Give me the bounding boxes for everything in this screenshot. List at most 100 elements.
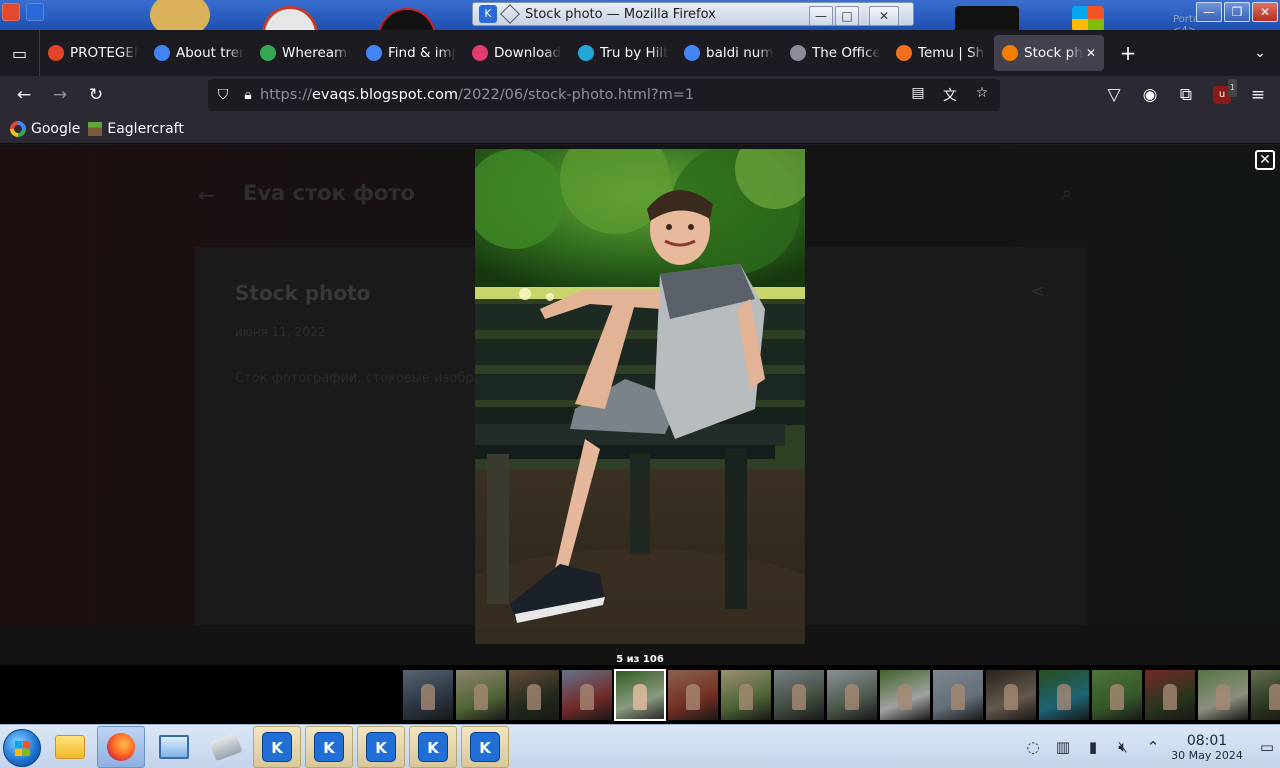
photo-thumbnail[interactable] xyxy=(1198,670,1248,720)
photo-thumbnail[interactable] xyxy=(1145,670,1195,720)
forward-arrow-icon[interactable]: → xyxy=(42,79,78,111)
bookmark-star-icon[interactable]: ☆ xyxy=(968,85,996,105)
back-arrow-icon[interactable]: ← xyxy=(6,79,42,111)
diamond-icon[interactable] xyxy=(26,3,44,21)
thumbnail-figure xyxy=(792,684,806,710)
lightbox-close-icon[interactable]: ✕ xyxy=(1255,150,1275,170)
taskbar-firefox[interactable] xyxy=(97,726,145,768)
tab-baldi-numb[interactable]: baldi numb xyxy=(676,35,782,71)
tab-find-imp[interactable]: Find & imp xyxy=(358,35,464,71)
taskbar-file-manager[interactable] xyxy=(46,726,94,768)
taskbar-kde-app-2[interactable]: K xyxy=(305,726,353,768)
photo-thumbnail[interactable] xyxy=(1251,670,1280,720)
ublock-icon[interactable]: u1 xyxy=(1206,79,1238,111)
tab-label: Find & imp xyxy=(388,45,456,61)
url-text[interactable]: https://evaqs.blogspot.com/2022/06/stock… xyxy=(260,87,694,103)
account-icon[interactable]: ◉ xyxy=(1134,79,1166,111)
photo-thumbnail[interactable] xyxy=(721,670,771,720)
outer-minimize-button[interactable]: — xyxy=(1196,2,1222,22)
clock-date: 30 May 2024 xyxy=(1171,748,1243,762)
firefox-small-icon[interactable] xyxy=(2,3,20,21)
thumbnail-figure xyxy=(686,684,700,710)
taskbar-kde-app-1[interactable]: K xyxy=(253,726,301,768)
page-content: ← Eva сток фото ⌕ Stock photo июня 11, 2… xyxy=(0,145,1280,725)
reload-icon[interactable]: ↻ xyxy=(78,79,114,111)
translate-icon[interactable]: 文 xyxy=(936,85,964,105)
tab-close-icon[interactable]: ✕ xyxy=(1086,46,1096,60)
tab-temu-sho[interactable]: Temu | Sho xyxy=(888,35,994,71)
grass-block-icon xyxy=(88,121,103,136)
windows-logo-icon xyxy=(1072,6,1104,30)
temu-favicon xyxy=(896,45,912,61)
outer-restore-button[interactable]: ❐ xyxy=(1224,2,1250,22)
photo-thumbnail[interactable] xyxy=(933,670,983,720)
kde-icon: K xyxy=(479,5,497,23)
blogger-favicon xyxy=(1002,45,1018,61)
tab-tru-by-hilt[interactable]: Tru by Hilt xyxy=(570,35,676,71)
photo-thumbnail[interactable] xyxy=(1039,670,1089,720)
taskbar-tool[interactable] xyxy=(202,726,250,768)
clipboard-icon[interactable]: ▥ xyxy=(1048,725,1078,768)
tab-label: Whereami xyxy=(282,45,350,61)
kde-icon: K xyxy=(314,732,344,762)
office-favicon xyxy=(790,45,806,61)
taskbar-kde-app-3[interactable]: K xyxy=(357,726,405,768)
url-bar[interactable]: ⛉ 🔒︎ https://evaqs.blogspot.com/2022/06/… xyxy=(208,79,1000,111)
share-icon[interactable]: ⋖ xyxy=(1030,281,1045,302)
bookmark-eaglercraft[interactable]: Eaglercraft xyxy=(88,121,184,137)
photo-thumbnail[interactable] xyxy=(668,670,718,720)
tracking-shield-icon[interactable]: ⛉ xyxy=(208,87,238,103)
photo-thumbnail[interactable] xyxy=(986,670,1036,720)
tab-the-office[interactable]: The Office xyxy=(782,35,888,71)
url-scheme: https:// xyxy=(260,87,312,103)
lock-icon[interactable]: 🔒︎ xyxy=(238,87,258,103)
taskbar-kde-app-4[interactable]: K xyxy=(409,726,457,768)
tab-list-icon[interactable]: ▭ xyxy=(0,30,40,76)
diamond-icon[interactable] xyxy=(500,4,520,24)
taskbar-system-settings[interactable] xyxy=(150,726,198,768)
close-button[interactable]: ✕ xyxy=(869,6,899,26)
back-arrow-icon[interactable]: ← xyxy=(198,183,215,207)
tab-label: The Office xyxy=(812,45,880,61)
photo-thumbnail[interactable] xyxy=(562,670,612,720)
tab-about-tren[interactable]: About tren xyxy=(146,35,252,71)
photo-thumbnail[interactable] xyxy=(774,670,824,720)
maximize-button[interactable]: □ xyxy=(835,6,859,26)
photo-thumbnail[interactable] xyxy=(403,670,453,720)
start-button[interactable] xyxy=(3,729,41,767)
photo-thumbnail[interactable] xyxy=(1092,670,1142,720)
tray-expand-icon[interactable]: ⌃ xyxy=(1138,725,1168,768)
thumbnail-figure xyxy=(1057,684,1071,710)
new-tab-button[interactable]: + xyxy=(1110,35,1146,71)
pocket-icon[interactable]: ▽ xyxy=(1098,79,1130,111)
tab-whereami[interactable]: Whereami xyxy=(252,35,358,71)
notifications-icon[interactable]: ▭ xyxy=(1254,725,1280,768)
hamburger-menu-icon[interactable]: ≡ xyxy=(1242,79,1274,111)
photo-thumbnail[interactable] xyxy=(880,670,930,720)
bookmark-google[interactable]: Google xyxy=(10,120,80,137)
photo-thumbnail[interactable] xyxy=(827,670,877,720)
tab-download[interactable]: Download xyxy=(464,35,570,71)
list-all-tabs-icon[interactable]: ⌄ xyxy=(1240,35,1280,71)
photo-thumbnail[interactable] xyxy=(614,669,666,721)
tab-stock-ph[interactable]: Stock ph ✕ xyxy=(994,35,1104,71)
network-icon[interactable]: ◌ xyxy=(1018,725,1048,768)
desktop-background xyxy=(955,6,1019,30)
search-icon[interactable]: ⌕ xyxy=(1062,183,1072,204)
outer-close-button[interactable]: ✕ xyxy=(1252,2,1278,22)
photo-thumbnail[interactable] xyxy=(509,670,559,720)
clock[interactable]: 08:01 30 May 2024 xyxy=(1168,733,1246,762)
minimize-button[interactable]: — xyxy=(809,6,833,26)
photo-thumbnail[interactable] xyxy=(456,670,506,720)
active-window-title[interactable]: K Stock photo — Mozilla Firefox Portal <… xyxy=(472,2,1202,30)
lightbox-main-photo[interactable] xyxy=(475,149,805,644)
volume-muted-icon[interactable]: 🔇︎ xyxy=(1108,725,1138,768)
extensions-icon[interactable]: ⧉ xyxy=(1170,79,1202,111)
google-favicon xyxy=(154,45,170,61)
tool-icon xyxy=(209,732,243,762)
reader-view-icon[interactable]: ▤ xyxy=(904,85,932,105)
tab-protegen[interactable]: PROTEGEN xyxy=(40,35,146,71)
thumbnail-figure xyxy=(1110,684,1124,710)
battery-icon[interactable]: ▮ xyxy=(1078,725,1108,768)
taskbar-kde-app-5[interactable]: K xyxy=(461,726,509,768)
